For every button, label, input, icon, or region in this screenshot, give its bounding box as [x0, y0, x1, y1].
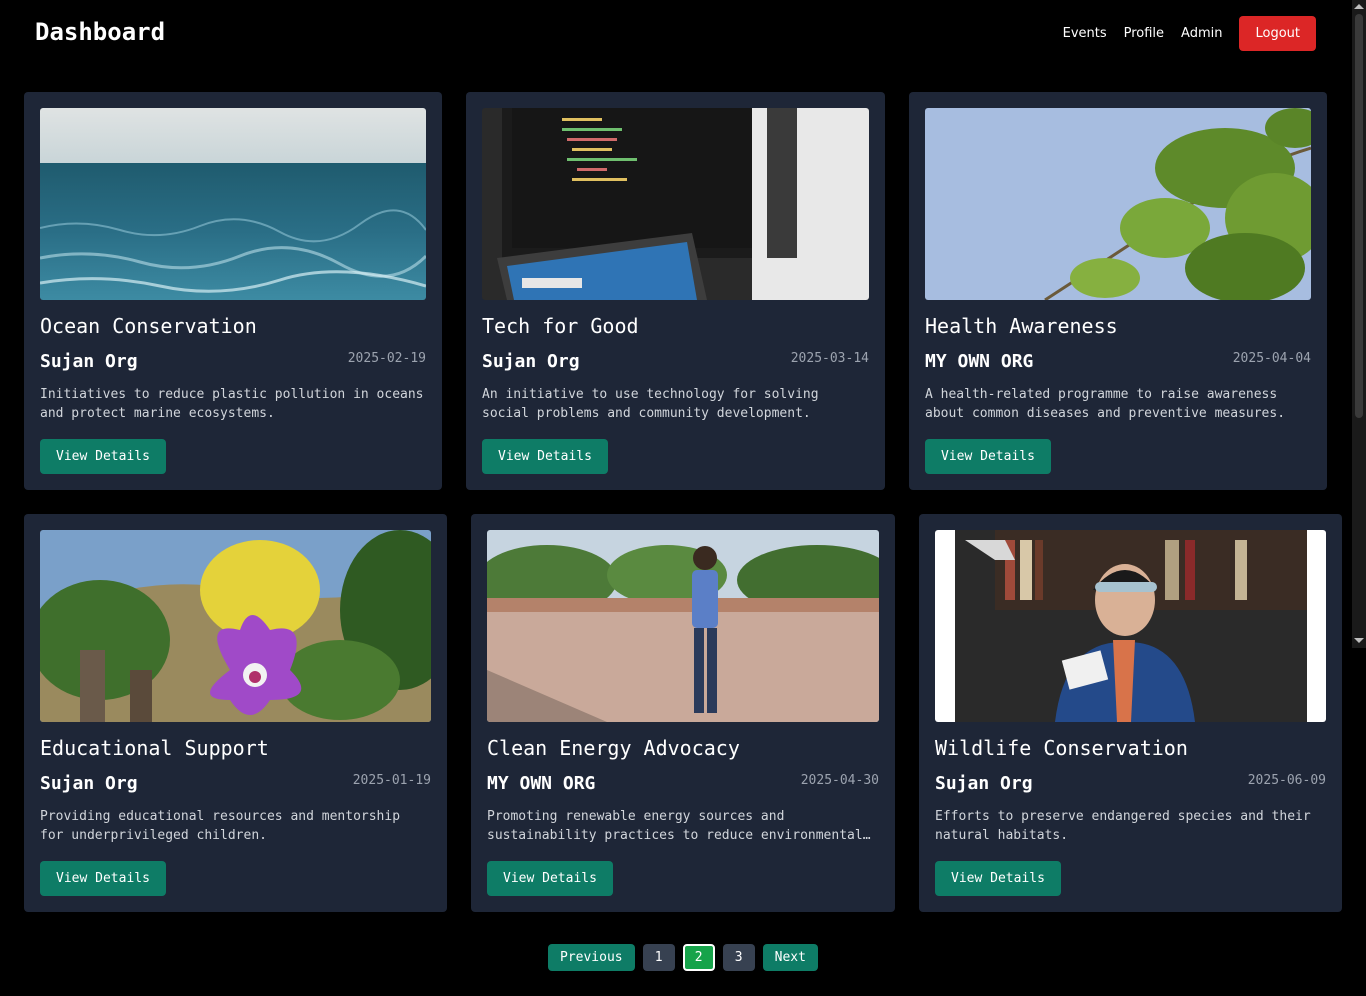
card-org: Sujan Org: [40, 773, 138, 794]
card-date: 2025-01-19: [352, 773, 431, 788]
card-description: Efforts to preserve endangered species a…: [935, 809, 1311, 843]
scroll-up-icon[interactable]: [1354, 4, 1364, 9]
event-card: Educational Support Sujan Org 2025-01-19…: [24, 514, 447, 912]
scrollbar-thumb[interactable]: [1355, 14, 1363, 418]
event-card: Ocean Conservation Sujan Org 2025-02-19 …: [24, 92, 442, 490]
card-description: Promoting renewable energy sources and s…: [487, 809, 863, 843]
ocean-waves-image: [40, 108, 426, 300]
card-date: 2025-03-14: [790, 351, 869, 366]
card-date: 2025-06-09: [1247, 773, 1326, 788]
card-title: Tech for Good: [482, 314, 639, 338]
purple-orchid-image: [40, 530, 431, 722]
card-org: Sujan Org: [935, 773, 1033, 794]
code-monitor-laptop-image: [482, 108, 869, 300]
card-title: Health Awareness: [925, 314, 1118, 338]
card-title: Wildlife Conservation: [935, 736, 1188, 760]
nav-admin-link[interactable]: Admin: [1181, 26, 1222, 41]
logout-button[interactable]: Logout: [1239, 16, 1316, 51]
view-details-button[interactable]: View Details: [925, 439, 1051, 474]
card-date: 2025-04-04: [1232, 351, 1311, 366]
card-org: Sujan Org: [482, 351, 580, 372]
woman-reading-library-image: [935, 530, 1326, 722]
tree-branch-sky-image: [925, 108, 1311, 300]
nav-profile-link[interactable]: Profile: [1124, 26, 1164, 41]
event-card: Wildlife Conservation Sujan Org 2025-06-…: [919, 514, 1342, 912]
view-details-button[interactable]: View Details: [482, 439, 608, 474]
page-2-button[interactable]: 2: [682, 944, 715, 971]
nav-events-link[interactable]: Events: [1063, 26, 1107, 41]
view-details-button[interactable]: View Details: [935, 861, 1061, 896]
card-description: Initiatives to reduce plastic pollution …: [40, 387, 424, 421]
card-date: 2025-02-19: [347, 351, 426, 366]
card-org: Sujan Org: [40, 351, 138, 372]
card-title: Clean Energy Advocacy: [487, 736, 740, 760]
pagination: Previous 1 2 3 Next: [548, 944, 826, 971]
card-org: MY OWN ORG: [925, 351, 1034, 372]
scroll-down-icon[interactable]: [1354, 638, 1364, 643]
view-details-button[interactable]: View Details: [40, 439, 166, 474]
page-title: Dashboard: [35, 18, 166, 46]
man-on-terrace-image: [487, 530, 879, 722]
view-details-button[interactable]: View Details: [487, 861, 613, 896]
previous-page-button[interactable]: Previous: [548, 944, 635, 971]
event-card: Clean Energy Advocacy MY OWN ORG 2025-04…: [471, 514, 895, 912]
event-card: Health Awareness MY OWN ORG 2025-04-04 A…: [909, 92, 1327, 490]
card-description: A health-related programme to raise awar…: [925, 387, 1286, 421]
card-description: An initiative to use technology for solv…: [482, 387, 819, 421]
card-title: Educational Support: [40, 736, 269, 760]
page-1-button[interactable]: 1: [642, 944, 675, 971]
nav-links: Events Profile Admin Logout: [1046, 16, 1316, 51]
top-nav-bar: Dashboard Events Profile Admin Logout: [0, 0, 1352, 68]
card-date: 2025-04-30: [800, 773, 879, 788]
next-page-button[interactable]: Next: [762, 944, 818, 971]
page-3-button[interactable]: 3: [722, 944, 755, 971]
card-title: Ocean Conservation: [40, 314, 257, 338]
event-card: Tech for Good Sujan Org 2025-03-14 An in…: [466, 92, 885, 490]
card-description: Providing educational resources and ment…: [40, 809, 401, 843]
view-details-button[interactable]: View Details: [40, 861, 166, 896]
card-org: MY OWN ORG: [487, 773, 596, 794]
vertical-scrollbar[interactable]: [1352, 0, 1366, 648]
